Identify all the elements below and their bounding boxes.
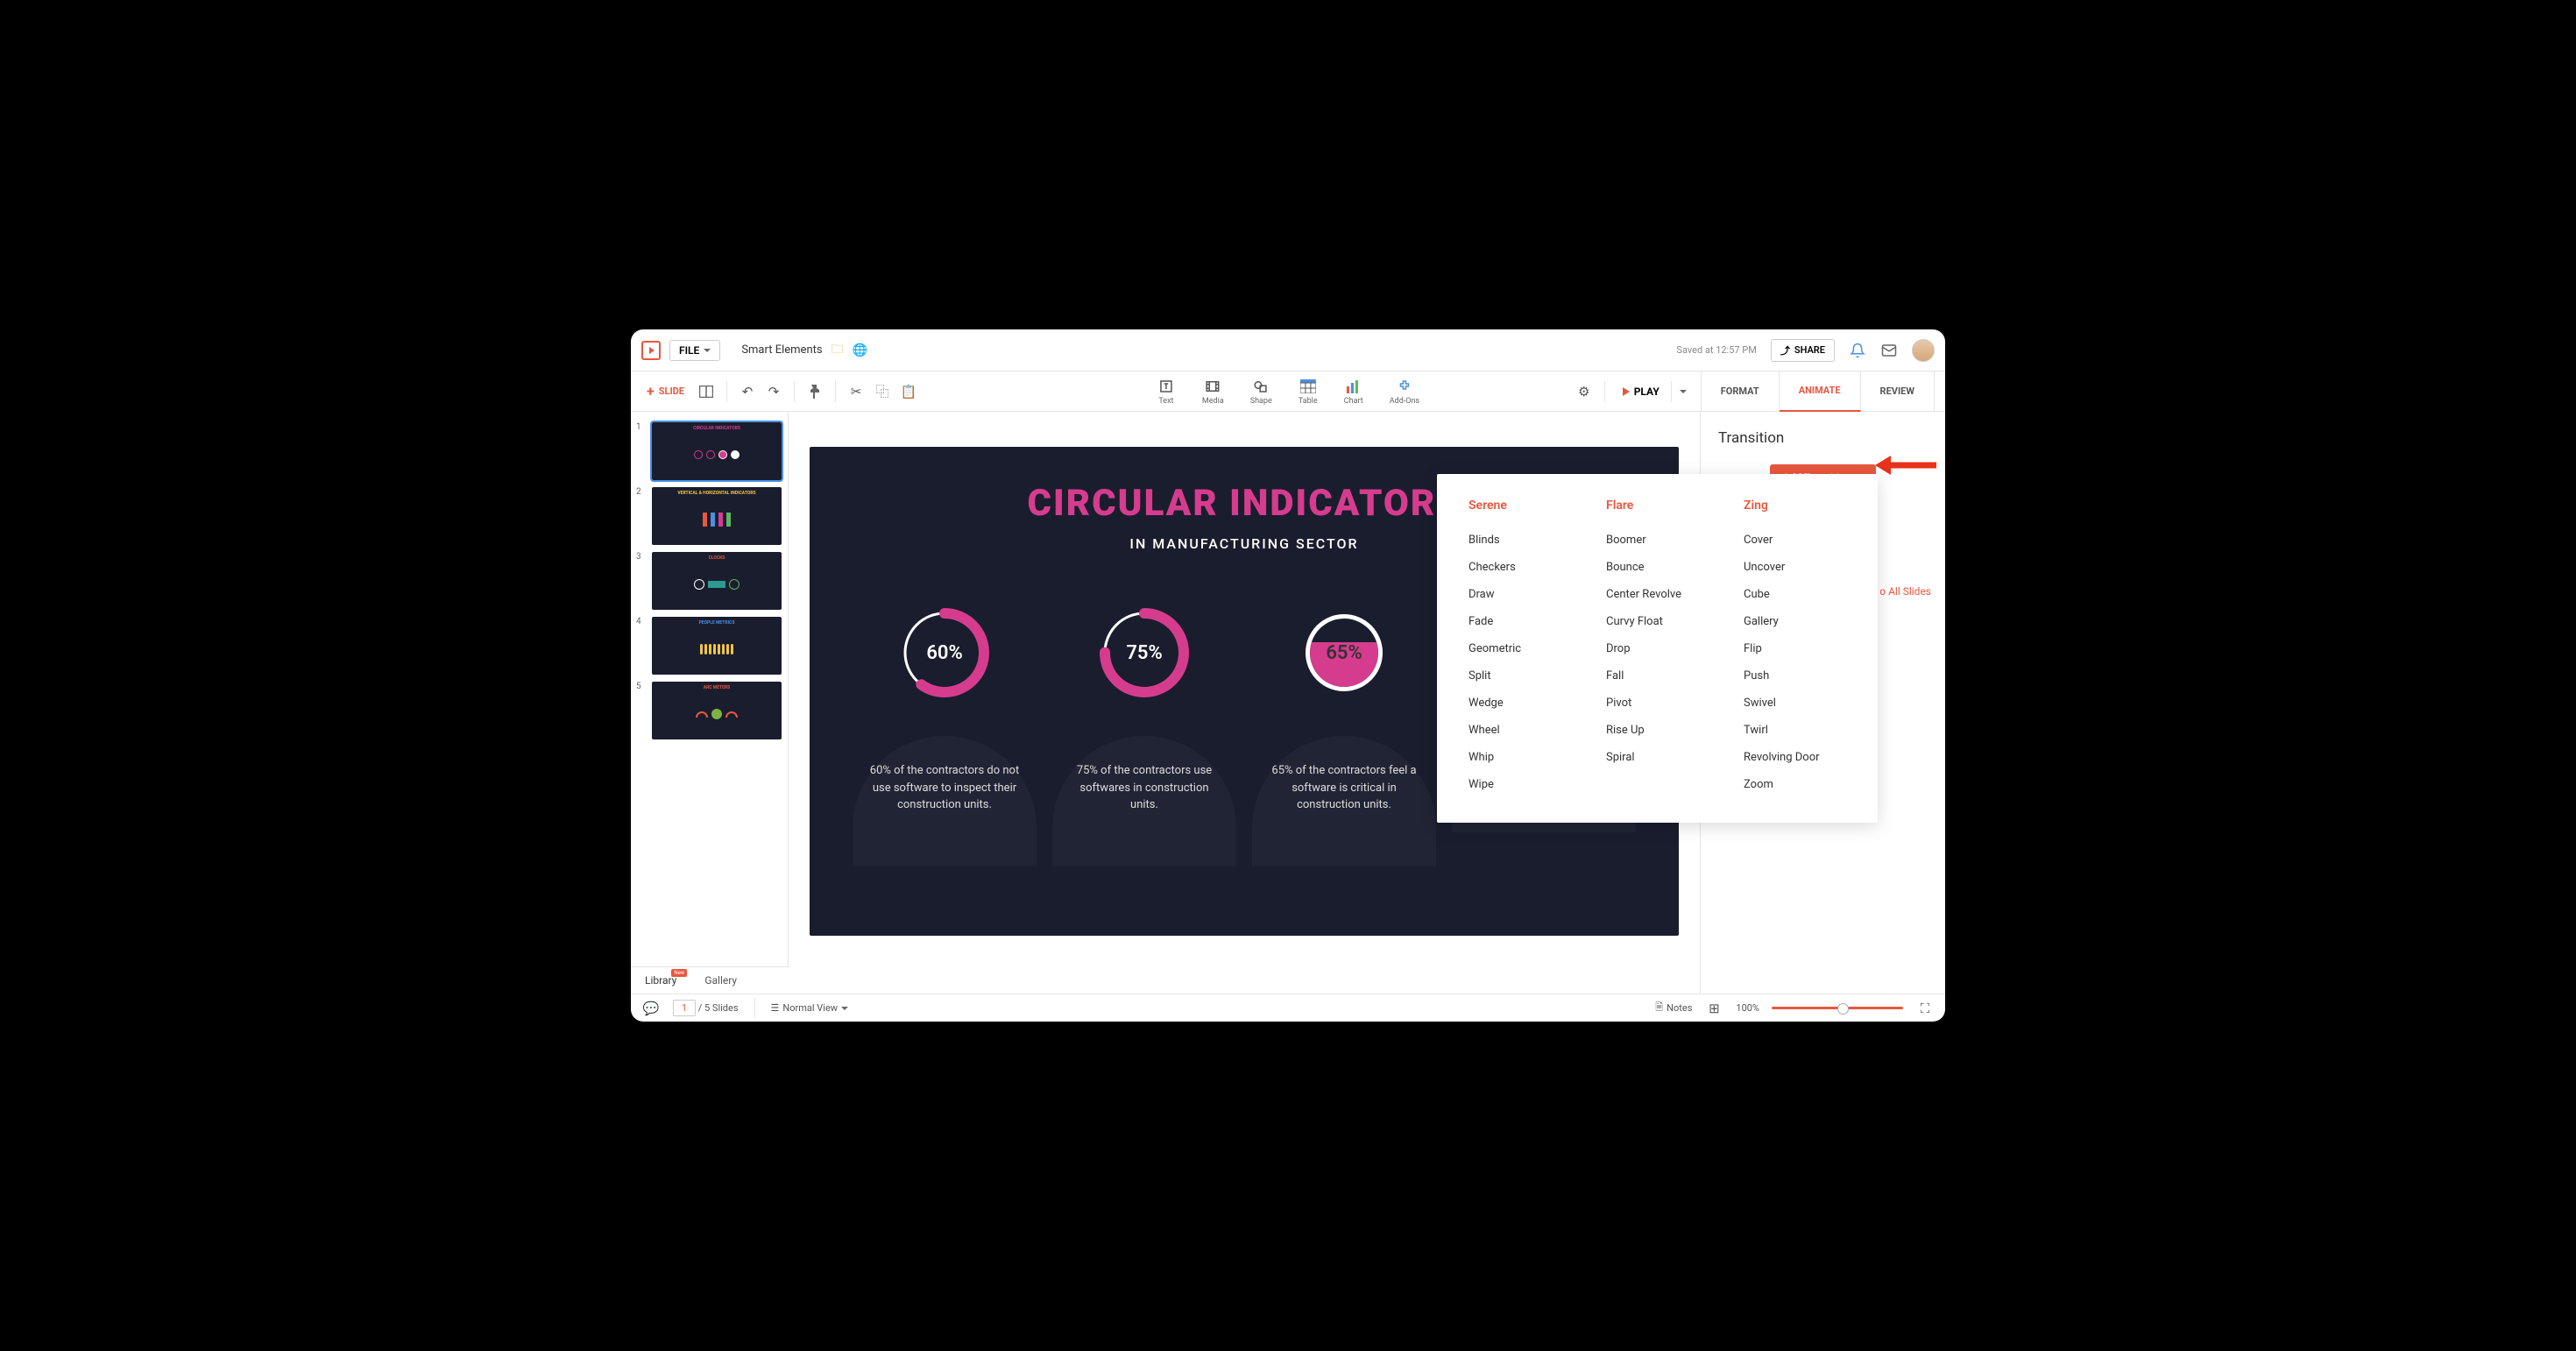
transition-option[interactable]: Whip xyxy=(1468,744,1571,771)
transition-option[interactable]: Flip xyxy=(1744,635,1846,662)
transition-option[interactable]: Twirl xyxy=(1744,717,1846,744)
tab-format[interactable]: FORMAT xyxy=(1702,371,1780,412)
dropdown-header: Zing xyxy=(1744,499,1846,513)
document-title[interactable]: Smart Elements xyxy=(741,343,822,357)
toolbar: +SLIDE ↶ ↷ ✂ ⿻ 📋 Text Media Shape Table Char… xyxy=(631,371,1945,412)
mail-icon[interactable] xyxy=(1880,342,1898,359)
app-logo[interactable] xyxy=(641,341,661,360)
transition-option[interactable]: Split xyxy=(1468,662,1571,690)
tool-add-ons[interactable]: Add-Ons xyxy=(1390,378,1419,406)
indicator-3: 65%65% of the contractors feel a softwar… xyxy=(1252,605,1436,866)
grid-icon[interactable]: ⊞ xyxy=(1704,999,1723,1018)
transition-option[interactable]: Boomer xyxy=(1606,527,1709,554)
annotation-arrow xyxy=(1875,454,1936,480)
library-tab[interactable]: LibraryNew xyxy=(631,967,690,994)
indicator-1: 60%60% of the contractors do not use sof… xyxy=(853,605,1037,866)
transition-option[interactable]: Rise Up xyxy=(1606,717,1709,744)
slide-thumbnails: 1CIRCULAR INDICATORS2VERTICAL & HORIZONT… xyxy=(631,412,789,966)
format-painter-icon[interactable] xyxy=(805,382,824,401)
tool-media[interactable]: Media xyxy=(1202,378,1224,406)
fit-icon[interactable]: ⛶ xyxy=(1915,999,1935,1018)
tool-shape[interactable]: Shape xyxy=(1250,378,1272,406)
top-bar: FILE Smart Elements 🗀 🌐 Saved at 12:57 P… xyxy=(631,329,1945,371)
status-bar: 💬 / 5 Slides ☰Normal View 🗎Notes ⊞ 100% … xyxy=(631,994,1945,1022)
transition-option[interactable]: Wheel xyxy=(1468,717,1571,744)
transition-option[interactable]: Blinds xyxy=(1468,527,1571,554)
panel-title: Transition xyxy=(1718,429,1928,447)
view-mode-select[interactable]: ☰Normal View xyxy=(771,1002,849,1014)
file-menu-button[interactable]: FILE xyxy=(669,340,720,361)
transition-dropdown: Serene BlindsCheckersDrawFadeGeometricSpl… xyxy=(1437,474,1878,823)
transition-option[interactable]: Spiral xyxy=(1606,744,1709,771)
globe-icon[interactable]: 🌐 xyxy=(853,343,867,357)
saved-status: Saved at 12:57 PM xyxy=(1676,344,1756,356)
thumbnail-1[interactable]: CIRCULAR INDICATORS xyxy=(652,422,782,480)
transition-option[interactable]: Push xyxy=(1744,662,1846,690)
transition-option[interactable]: Wedge xyxy=(1468,690,1571,717)
tool-chart[interactable]: Chart xyxy=(1344,378,1363,406)
transition-option[interactable]: Center Revolve xyxy=(1606,581,1709,608)
folder-icon[interactable]: 🗀 xyxy=(832,340,844,361)
tab-review[interactable]: REVIEW xyxy=(1861,371,1935,412)
settings-icon[interactable]: ⚙ xyxy=(1575,382,1594,401)
transition-option[interactable]: Fade xyxy=(1468,608,1571,635)
tool-text[interactable]: Text xyxy=(1157,378,1176,406)
apply-to-all-link[interactable]: o All Slides xyxy=(1879,585,1931,598)
dropdown-header: Serene xyxy=(1468,499,1571,513)
redo-icon[interactable]: ↷ xyxy=(764,382,783,401)
notes-button[interactable]: 🗎Notes xyxy=(1655,1000,1692,1016)
transition-option[interactable]: Swivel xyxy=(1744,690,1846,717)
copy-icon[interactable]: ⿻ xyxy=(873,382,892,401)
transition-option[interactable]: Wipe xyxy=(1468,771,1571,798)
transition-option[interactable]: Uncover xyxy=(1744,554,1846,581)
page-number-input[interactable] xyxy=(673,1000,696,1016)
transition-option[interactable]: Cover xyxy=(1744,527,1846,554)
tab-animate[interactable]: ANIMATE xyxy=(1780,371,1861,412)
transition-option[interactable]: Geometric xyxy=(1468,635,1571,662)
transition-option[interactable]: Revolving Door xyxy=(1744,744,1846,771)
transition-option[interactable]: Curvy Float xyxy=(1606,608,1709,635)
gallery-tab[interactable]: Gallery xyxy=(690,967,751,994)
undo-icon[interactable]: ↶ xyxy=(738,382,757,401)
transition-option[interactable]: Pivot xyxy=(1606,690,1709,717)
thumbnail-4[interactable]: PEOPLE METRICS xyxy=(652,617,782,675)
transition-option[interactable]: Cube xyxy=(1744,581,1846,608)
tool-table[interactable]: Table xyxy=(1299,378,1318,406)
indicator-2: 75%75% of the contractors use softwares … xyxy=(1052,605,1236,866)
transition-option[interactable]: Bounce xyxy=(1606,554,1709,581)
add-slide-button[interactable]: +SLIDE xyxy=(641,379,690,403)
share-button[interactable]: ⤴SHARE xyxy=(1771,339,1835,362)
transition-option[interactable]: Zoom xyxy=(1744,771,1846,798)
page-total: / 5 Slides xyxy=(698,1002,739,1014)
zoom-slider[interactable] xyxy=(1772,1007,1903,1009)
layout-icon[interactable] xyxy=(697,382,716,401)
comments-icon[interactable]: 💬 xyxy=(641,999,661,1018)
transition-option[interactable]: Draw xyxy=(1468,581,1571,608)
user-avatar[interactable] xyxy=(1912,339,1935,362)
thumbnail-5[interactable]: ARC METERS xyxy=(652,682,782,739)
bell-icon[interactable] xyxy=(1849,342,1866,359)
thumbnail-3[interactable]: CLOCKS xyxy=(652,552,782,610)
dropdown-header: Flare xyxy=(1606,499,1709,513)
thumbnail-2[interactable]: VERTICAL & HORIZONTAL INDICATORS xyxy=(652,487,782,545)
transition-option[interactable]: Fall xyxy=(1606,662,1709,690)
transition-option[interactable]: Checkers xyxy=(1468,554,1571,581)
transition-option[interactable]: Gallery xyxy=(1744,608,1846,635)
cut-icon[interactable]: ✂ xyxy=(846,382,866,401)
transition-option[interactable]: Drop xyxy=(1606,635,1709,662)
play-button[interactable]: PLAY xyxy=(1616,381,1694,402)
paste-icon[interactable]: 📋 xyxy=(899,382,918,401)
zoom-level: 100% xyxy=(1736,1002,1759,1014)
